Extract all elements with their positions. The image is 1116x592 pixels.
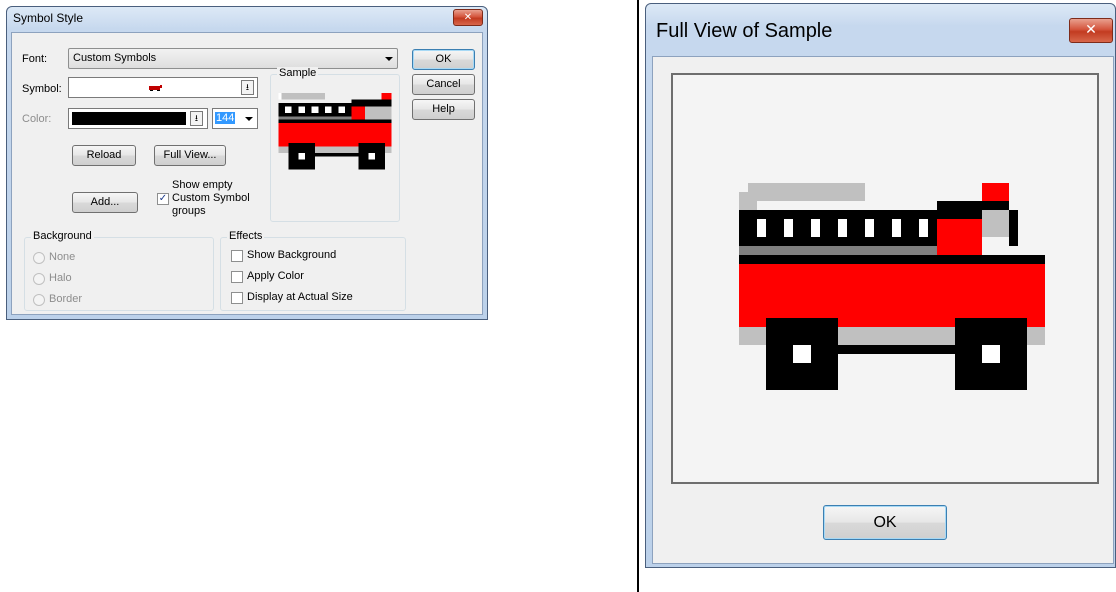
- font-select[interactable]: Custom Symbols: [68, 48, 398, 69]
- symbol-picker[interactable]: ⭳: [68, 77, 258, 98]
- actual-size-label: Display at Actual Size: [247, 291, 353, 303]
- size-select[interactable]: 144: [212, 108, 258, 129]
- sample-group: Sample: [270, 67, 400, 222]
- color-dropdown-button[interactable]: ⭳: [190, 111, 203, 126]
- show-empty-label-3: groups: [172, 205, 206, 217]
- background-none-label: None: [49, 251, 76, 263]
- effects-group-title: Effects: [227, 230, 265, 242]
- background-border-radio[interactable]: [33, 294, 45, 306]
- color-picker[interactable]: ⭳: [68, 108, 208, 129]
- show-empty-checkbox[interactable]: ✓: [157, 193, 169, 205]
- symbol-style-titlebar[interactable]: Symbol Style ✕: [7, 7, 487, 29]
- full-view-body: OK: [652, 56, 1114, 564]
- close-icon: ✕: [463, 12, 473, 23]
- symbol-preview-icon: [149, 85, 162, 91]
- reload-button[interactable]: Reload: [72, 145, 136, 166]
- symbol-dropdown-button[interactable]: ⭳: [241, 80, 254, 95]
- font-select-value: Custom Symbols: [73, 52, 157, 64]
- close-icon: ✕: [1085, 22, 1097, 38]
- full-view-ok-button[interactable]: OK: [823, 505, 947, 540]
- background-group-title: Background: [31, 230, 94, 242]
- background-none-radio[interactable]: [33, 252, 45, 264]
- show-background-checkbox[interactable]: [231, 250, 243, 262]
- full-view-close-button[interactable]: ✕: [1069, 18, 1113, 43]
- dialog-title: Symbol Style: [13, 11, 84, 25]
- chevron-down-icon: [245, 117, 253, 121]
- apply-color-checkbox[interactable]: [231, 271, 243, 283]
- chevron-down-icon: [385, 57, 393, 61]
- size-select-value: 144: [215, 112, 236, 124]
- cancel-button[interactable]: Cancel: [412, 74, 475, 95]
- ok-button[interactable]: OK: [412, 49, 475, 70]
- fire-truck-icon: [278, 93, 392, 170]
- full-view-sample-frame: [671, 73, 1099, 484]
- add-button[interactable]: Add...: [72, 192, 138, 213]
- fire-truck-icon: [739, 183, 1045, 390]
- actual-size-checkbox[interactable]: [231, 292, 243, 304]
- font-label: Font:: [22, 53, 48, 65]
- download-arrow-icon: ⭳: [245, 82, 250, 92]
- apply-color-label: Apply Color: [247, 270, 304, 282]
- full-view-button[interactable]: Full View...: [154, 145, 226, 166]
- full-view-title: Full View of Sample: [656, 20, 833, 42]
- full-view-titlebar[interactable]: Full View of Sample ✕: [646, 4, 1115, 56]
- symbol-style-body: Font: Custom Symbols OK Cancel Help Symb…: [11, 32, 483, 315]
- background-halo-label: Halo: [49, 272, 72, 284]
- symbol-style-dialog: Symbol Style ✕ Font: Custom Symbols OK C…: [6, 6, 488, 320]
- show-empty-label-1: Show empty: [172, 179, 233, 191]
- background-group: Background None Halo Border: [24, 230, 214, 311]
- panel-divider: [637, 0, 639, 592]
- color-label: Color:: [22, 113, 52, 125]
- download-arrow-icon: ⭳: [194, 113, 199, 123]
- background-border-label: Border: [49, 293, 83, 305]
- color-swatch: [72, 112, 186, 125]
- close-button[interactable]: ✕: [453, 9, 483, 26]
- effects-group: Effects Show Background Apply Color Disp…: [220, 230, 406, 311]
- symbol-label: Symbol:: [22, 83, 62, 95]
- help-button[interactable]: Help: [412, 99, 475, 120]
- show-background-label: Show Background: [247, 249, 337, 261]
- sample-label: Sample: [277, 67, 319, 79]
- full-view-dialog: Full View of Sample ✕ OK: [645, 3, 1116, 568]
- background-halo-radio[interactable]: [33, 273, 45, 285]
- show-empty-label-2: Custom Symbol: [172, 192, 250, 204]
